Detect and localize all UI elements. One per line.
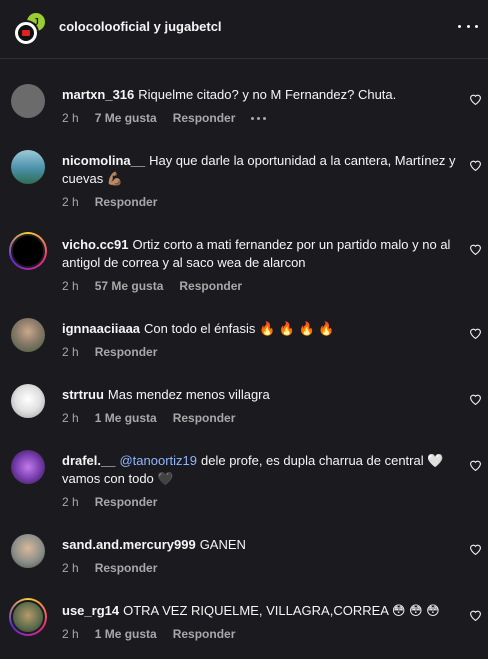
reply-button[interactable]: Responder [95,495,158,509]
comment-text-block: nicomolina__ Hay que darle la oportunidad… [62,152,456,188]
comment-text-block: sand.and.mercury999 GANEN [62,536,456,554]
comment-username[interactable]: ignnaaciiaaa [62,321,140,336]
comment-meta: 2 h 7 Me gusta Responder [62,111,267,125]
comment-text-block: strtruu Mas mendez menos villagra [62,386,456,404]
header-divider [0,58,488,59]
comment-username[interactable]: martxn_316 [62,87,134,102]
heart-icon[interactable] [469,459,482,471]
comment-meta: 2 h Responder [62,495,157,509]
avatar[interactable] [11,84,45,118]
comment-meta: 2 h Responder [62,561,157,575]
comment-mention[interactable]: @tanoortiz19 [119,453,197,468]
comment-username[interactable]: drafel.__ [62,453,115,468]
comment-time: 2 h [62,627,79,641]
reply-button[interactable]: Responder [173,627,236,641]
reply-button[interactable]: Responder [173,111,236,125]
comment-time: 2 h [62,279,79,293]
comment-meta: 2 h 1 Me gusta Responder [62,627,235,641]
comment-text-block: martxn_316 Riquelme citado? y no M Fernan… [62,86,456,104]
comment-body: GANEN [199,537,246,552]
avatar[interactable] [11,450,45,484]
colo-colo-crest-icon [13,20,39,46]
comment-body: Riquelme citado? y no M Fernandez? Chuta… [138,87,397,102]
avatar[interactable] [9,598,47,636]
collab-avatars[interactable]: J [9,11,47,49]
avatar[interactable] [9,232,47,270]
heart-icon[interactable] [469,543,482,555]
comment-body: Mas mendez menos villagra [107,387,270,402]
comment-time: 2 h [62,111,79,125]
comment-time: 2 h [62,561,79,575]
comment-meta: 2 h Responder [62,345,157,359]
reply-button[interactable]: Responder [95,561,158,575]
comment-likes[interactable]: 7 Me gusta [95,111,157,125]
comment-likes[interactable]: 1 Me gusta [95,411,157,425]
comment-username[interactable]: use_rg14 [62,603,119,618]
comment-options-icon[interactable] [251,116,267,120]
avatar[interactable] [11,384,45,418]
comment-time: 2 h [62,195,79,209]
comment-meta: 2 h 1 Me gusta Responder [62,411,235,425]
comment-time: 2 h [62,411,79,425]
comment-text-block: use_rg14 OTRA VEZ RIQUELME, VILLAGRA,CORR… [62,602,456,620]
avatar[interactable] [11,318,45,352]
reply-button[interactable]: Responder [179,279,242,293]
comment-username[interactable]: sand.and.mercury999 [62,537,196,552]
more-options-button[interactable] [458,18,478,34]
heart-icon[interactable] [469,93,482,105]
reply-button[interactable]: Responder [95,195,158,209]
comment-meta: 2 h 57 Me gusta Responder [62,279,242,293]
comment-username[interactable]: strtruu [62,387,104,402]
comment-body: Con todo el énfasis 🔥 🔥 🔥 🔥 [144,321,335,336]
reply-button[interactable]: Responder [95,345,158,359]
comment-time: 2 h [62,495,79,509]
comment-meta: 2 h Responder [62,195,157,209]
comment-likes[interactable]: 57 Me gusta [95,279,164,293]
avatar[interactable] [11,150,45,184]
heart-icon[interactable] [469,393,482,405]
heart-icon[interactable] [469,159,482,171]
heart-icon[interactable] [469,609,482,621]
heart-icon[interactable] [469,327,482,339]
post-header: J colocolooficial y jugabetcl [0,0,488,58]
comment-username[interactable]: vicho.cc91 [62,237,129,252]
reply-button[interactable]: Responder [173,411,236,425]
comment-text-block: ignnaaciiaaa Con todo el énfasis 🔥 🔥 🔥 🔥 [62,320,456,338]
avatar[interactable] [11,534,45,568]
comment-time: 2 h [62,345,79,359]
comment-text-block: drafel.__ @tanoortiz19 dele profe, es dupl… [62,452,456,488]
post-header-title[interactable]: colocolooficial y jugabetcl [59,19,222,34]
comment-likes[interactable]: 1 Me gusta [95,627,157,641]
comment-body: OTRA VEZ RIQUELME, VILLAGRA,CORREA 😳 😳 😳 [123,603,440,618]
comment-text-block: vicho.cc91 Ortiz corto a mati fernandez p… [62,236,456,272]
comment-username[interactable]: nicomolina__ [62,153,145,168]
heart-icon[interactable] [469,243,482,255]
